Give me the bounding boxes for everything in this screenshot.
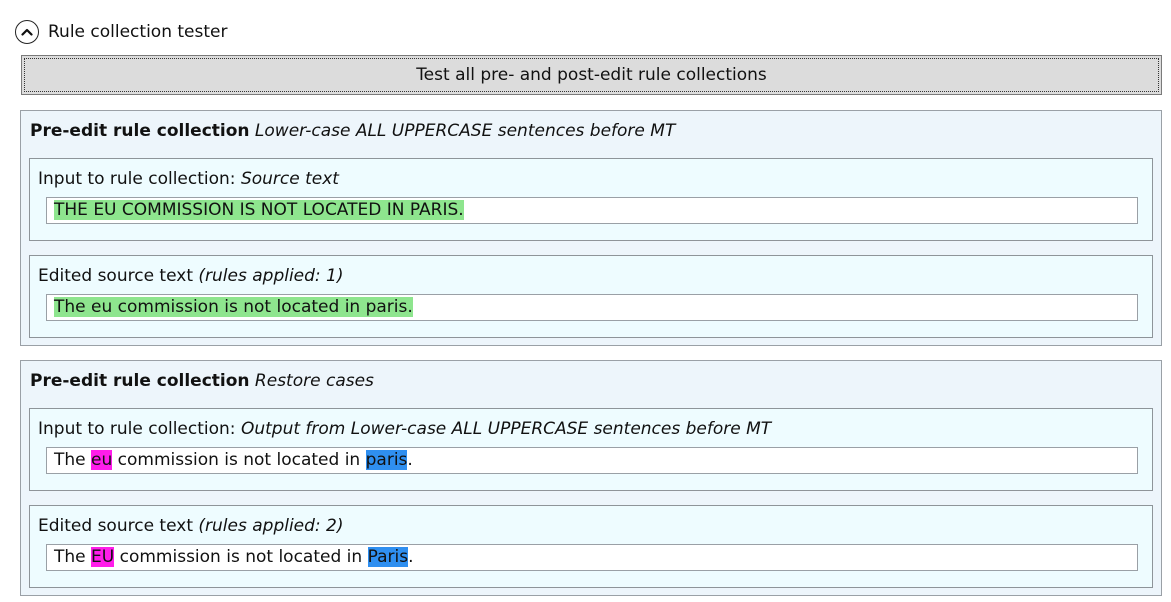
match-highlight-blue: paris (365, 450, 408, 470)
panel-title: Rule collection tester (48, 22, 228, 42)
collection-name: Lower-case ALL UPPERCASE sentences befor… (254, 121, 676, 141)
rule-collection-tester-header[interactable]: Rule collection tester (15, 17, 227, 47)
collection-heading: Pre-edit rule collection (30, 121, 250, 141)
output-text-field[interactable]: The EU commission is not located in Pari… (46, 544, 1138, 571)
collection-title: Pre-edit rule collection Lower-case ALL … (30, 121, 675, 141)
input-text-field[interactable]: The eu commission is not located in pari… (46, 447, 1138, 474)
output-section: Edited source text (rules applied: 1) Th… (29, 255, 1153, 338)
input-section: Input to rule collection: Output from Lo… (29, 408, 1153, 491)
input-text-field[interactable]: THE EU COMMISSION IS NOT LOCATED IN PARI… (46, 197, 1138, 224)
matched-text: THE EU COMMISSION IS NOT LOCATED IN PARI… (54, 200, 464, 220)
text-segment: The (54, 547, 92, 567)
output-text-field[interactable]: The eu commission is not located in pari… (46, 294, 1138, 321)
output-section: Edited source text (rules applied: 2) Th… (29, 505, 1153, 588)
text-segment: commission is not located in (112, 450, 366, 470)
rule-collection-panel: Pre-edit rule collection Restore cases I… (20, 360, 1162, 596)
collection-name: Restore cases (254, 371, 374, 391)
edited-text: The eu commission is not located in pari… (54, 297, 413, 317)
rules-applied-count: (rules applied: 2) (198, 516, 344, 536)
input-source-name: Source text (240, 169, 339, 189)
input-label: Input to rule collection: Output from Lo… (38, 419, 771, 439)
input-section: Input to rule collection: Source text TH… (29, 158, 1153, 241)
chevron-up-icon[interactable] (15, 20, 39, 44)
collection-title: Pre-edit rule collection Restore cases (30, 371, 374, 391)
match-highlight-magenta: eu (91, 450, 113, 470)
text-segment: commission is not located in (114, 547, 368, 567)
input-source-name: Output from Lower-case ALL UPPERCASE sen… (240, 419, 772, 439)
text-segment: . (408, 547, 414, 567)
match-highlight-blue: Paris (367, 547, 409, 567)
output-label: Edited source text (rules applied: 2) (38, 516, 344, 536)
input-label: Input to rule collection: Source text (38, 169, 339, 189)
match-highlight-magenta: EU (91, 547, 115, 567)
rules-applied-count: (rules applied: 1) (198, 266, 344, 286)
text-segment: The (54, 450, 92, 470)
output-label: Edited source text (rules applied: 1) (38, 266, 344, 286)
test-all-collections-button[interactable]: Test all pre- and post-edit rule collect… (21, 55, 1162, 95)
output-label-text: Edited source text (38, 516, 193, 536)
input-label-text: Input to rule collection: (38, 169, 236, 189)
input-label-text: Input to rule collection: (38, 419, 236, 439)
output-label-text: Edited source text (38, 266, 193, 286)
rule-collection-panel: Pre-edit rule collection Lower-case ALL … (20, 110, 1162, 346)
text-segment: . (407, 450, 413, 470)
collection-heading: Pre-edit rule collection (30, 371, 250, 391)
